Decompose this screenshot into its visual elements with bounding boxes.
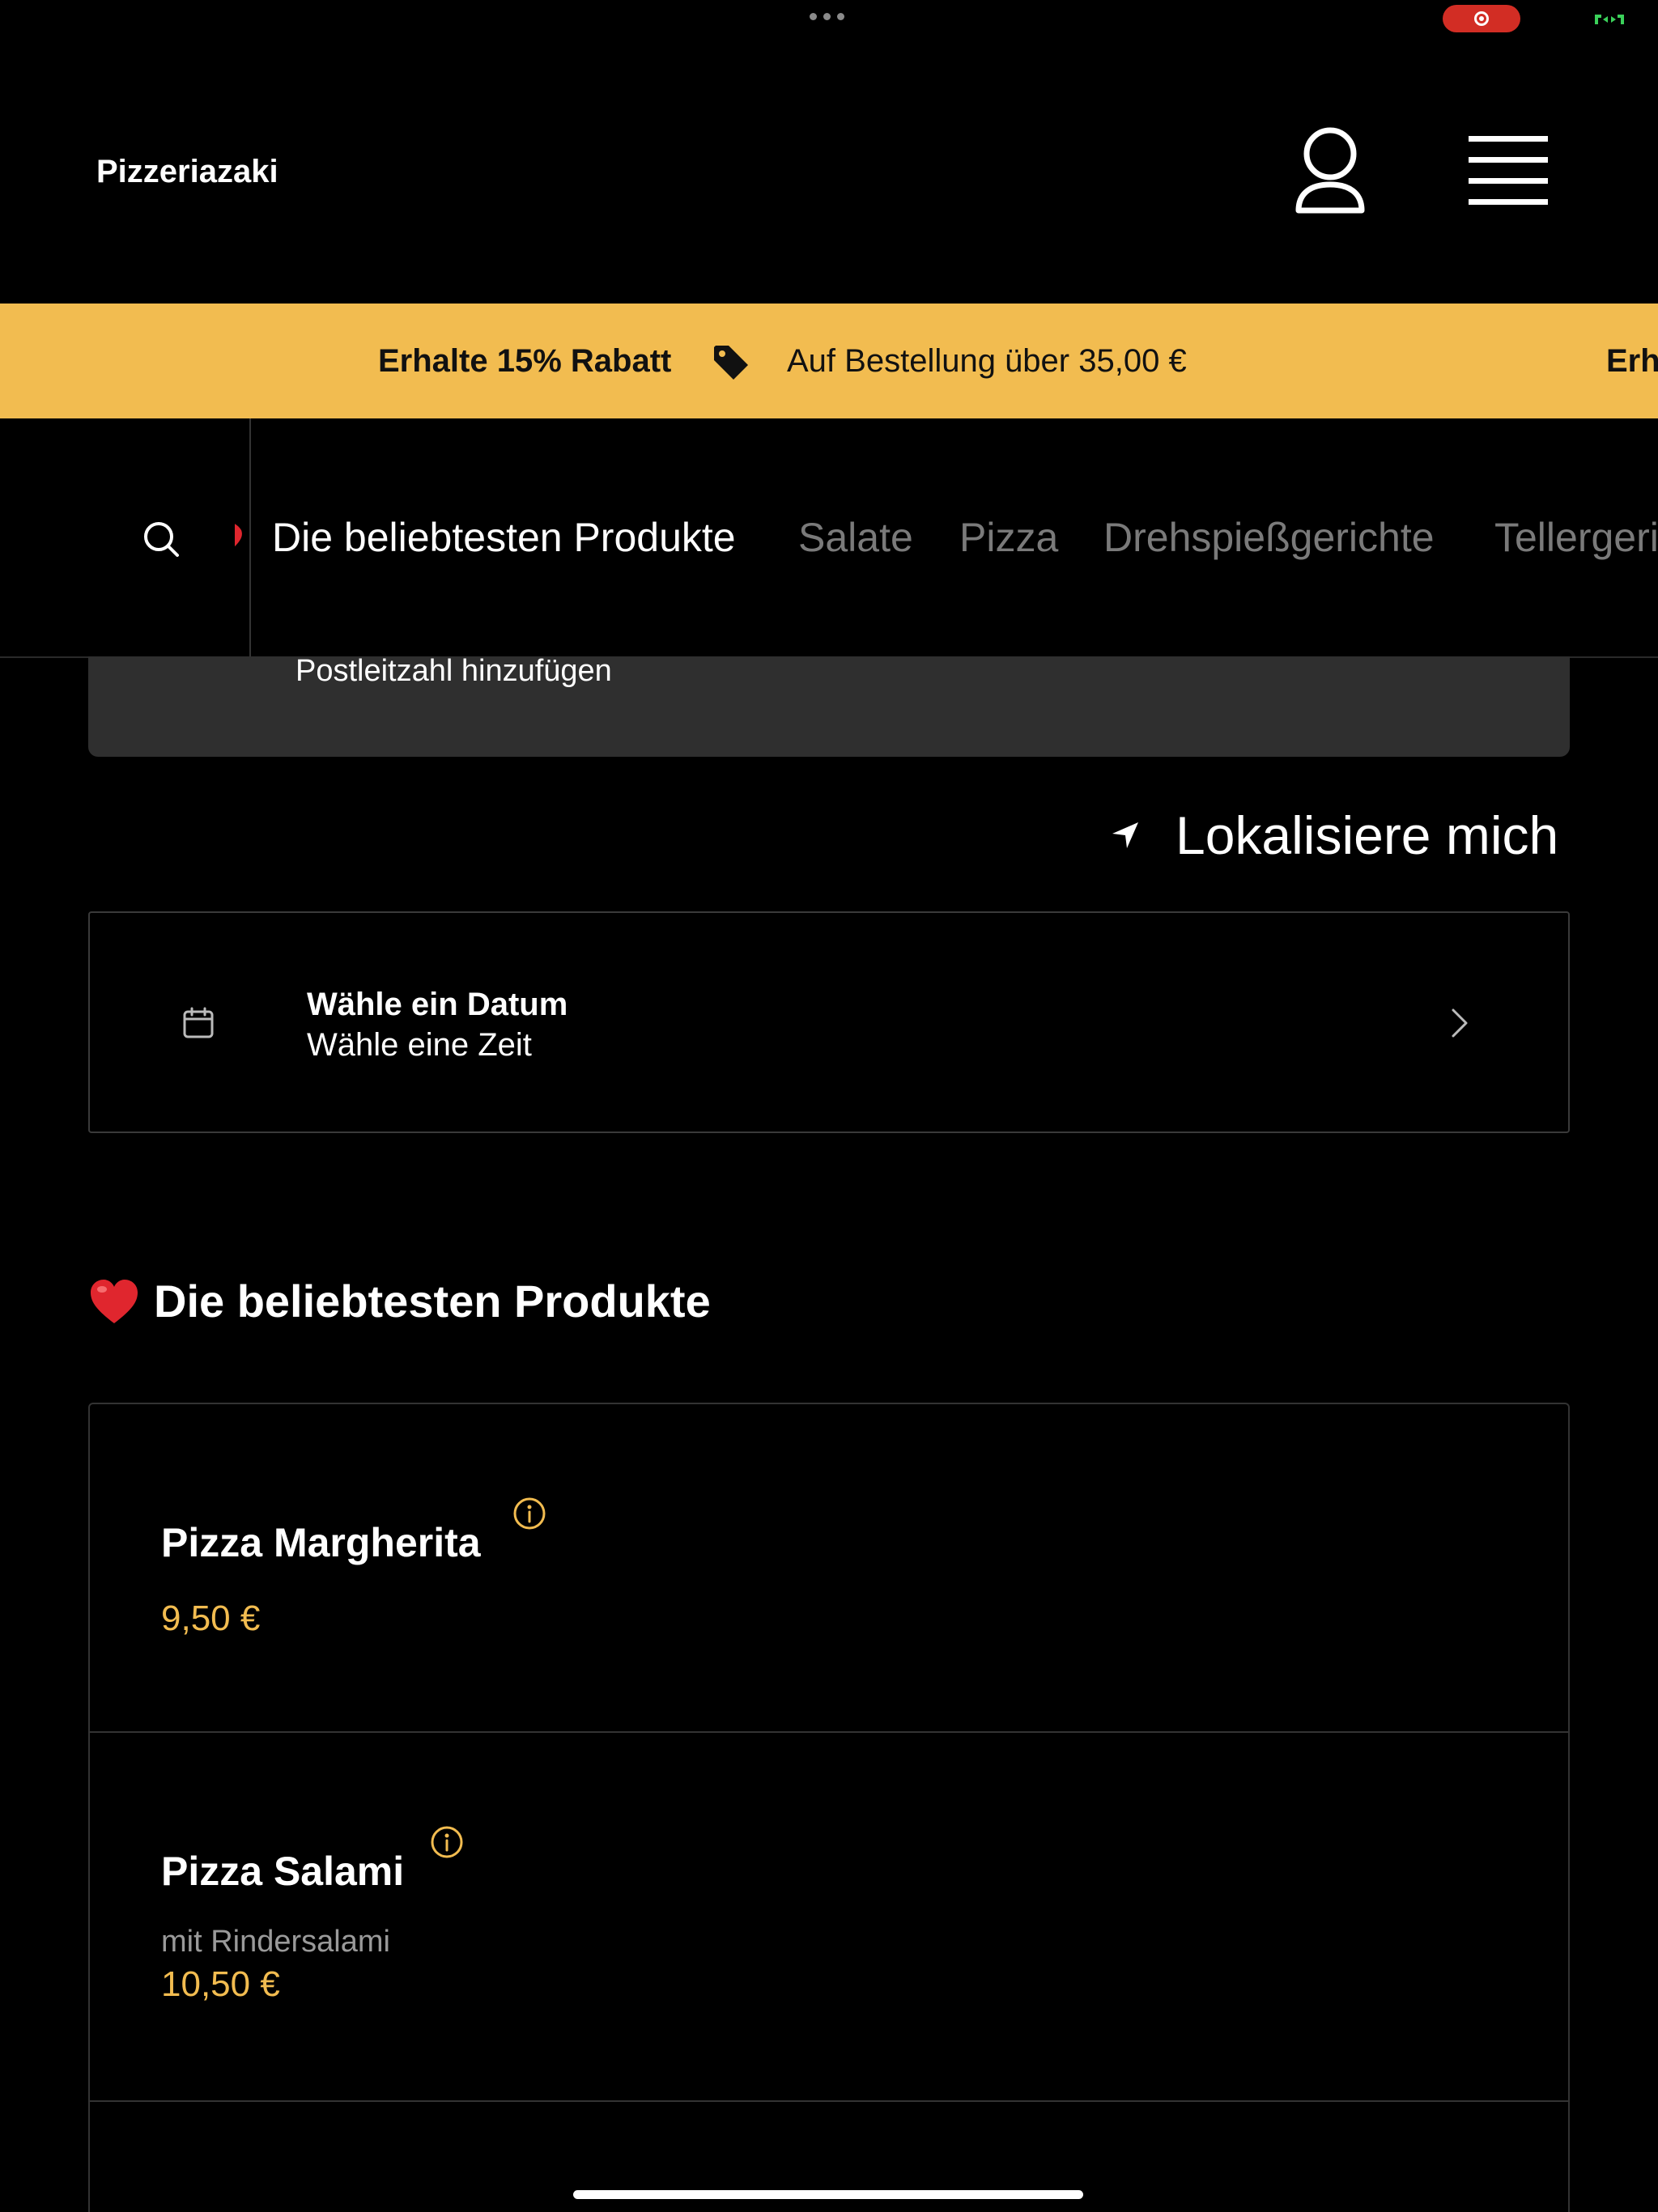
product-price: 10,50 €	[161, 1964, 280, 2004]
info-icon[interactable]	[430, 1825, 464, 1859]
postcode-field[interactable]: Postleitzahl hinzufügen	[88, 656, 1570, 757]
heart-icon	[235, 524, 242, 547]
screen-recording-indicator	[1443, 5, 1520, 32]
locate-me-button[interactable]: Lokalisiere mich	[1111, 805, 1558, 866]
category-tab-gyros[interactable]: Drehspießgerichte	[1103, 514, 1435, 561]
time-label: Wähle eine Zeit	[307, 1027, 532, 1063]
user-account-icon[interactable]	[1294, 126, 1367, 217]
product-list: Pizza Margherita 9,50 € Pizza Salami mit…	[88, 1403, 1570, 2212]
category-tab-salads[interactable]: Salate	[798, 514, 913, 561]
promo-headline: Erhalte 15% Rabatt	[378, 343, 672, 379]
locate-me-label: Lokalisiere mich	[1175, 805, 1559, 865]
product-name: Pizza Salami	[161, 1849, 405, 1894]
schedule-picker[interactable]: Wähle ein Datum Wähle eine Zeit	[88, 911, 1570, 1133]
info-icon[interactable]	[512, 1497, 546, 1531]
category-nav: Die beliebtesten Produkte Salate Pizza D…	[0, 418, 1658, 658]
calendar-icon	[183, 1007, 214, 1038]
product-description: mit Rindersalami	[161, 1925, 390, 1959]
brand-logo-text[interactable]: Pizzeriazaki	[96, 154, 278, 189]
promo-condition: Auf Bestellung über 35,00 €	[787, 343, 1187, 379]
multitasking-dots-icon[interactable]	[810, 13, 844, 20]
chevron-right-icon	[1452, 1008, 1468, 1038]
date-label: Wähle ein Datum	[307, 987, 568, 1022]
location-arrow-icon	[1112, 822, 1138, 848]
postcode-label: Postleitzahl hinzufügen	[295, 656, 612, 688]
category-tab-pizza[interactable]: Pizza	[959, 514, 1058, 561]
discount-banner: Erhalte 15% Rabatt Auf Bestellung über 3…	[0, 304, 1658, 418]
record-icon	[1474, 11, 1489, 26]
hamburger-menu-icon[interactable]	[1469, 136, 1548, 206]
product-price: 9,50 €	[161, 1598, 261, 1638]
product-name: Pizza Margherita	[161, 1520, 481, 1565]
section-title: Die beliebtesten Produkte	[154, 1276, 711, 1327]
category-tab-plates[interactable]: Tellergeri	[1494, 514, 1658, 561]
section-heading: Die beliebtesten Produkte	[89, 1276, 711, 1327]
category-tab-popular[interactable]: Die beliebtesten Produkte	[272, 514, 736, 561]
camera-indicator-icon	[1595, 15, 1624, 24]
heart-icon	[91, 1280, 138, 1323]
product-item[interactable]: Pizza Margherita 9,50 €	[90, 1404, 1568, 1733]
search-button[interactable]	[0, 418, 251, 656]
price-tag-icon	[714, 346, 748, 380]
search-icon	[144, 522, 179, 557]
product-item[interactable]: Pizza Salami mit Rindersalami 10,50 €	[90, 1733, 1568, 2102]
promo-headline-repeat: Erh	[1606, 343, 1658, 379]
home-indicator[interactable]	[573, 2190, 1083, 2199]
